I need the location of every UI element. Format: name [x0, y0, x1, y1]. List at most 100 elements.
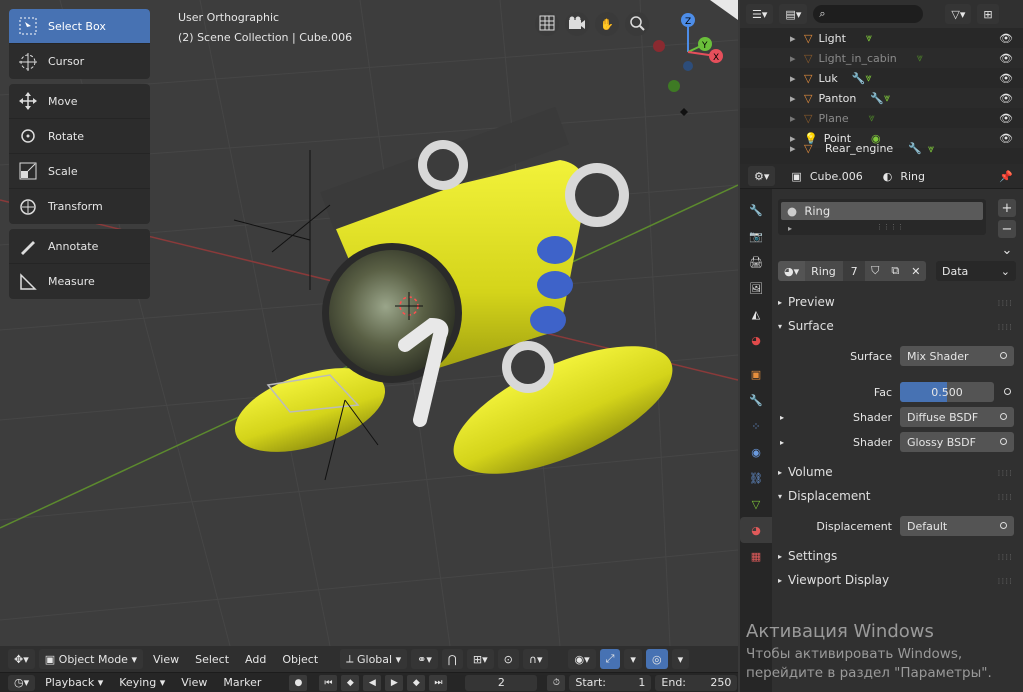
add-slot-button[interactable]: + — [998, 199, 1016, 217]
resize-grip-icon[interactable]: ⋮⋮⋮⋮ — [876, 223, 904, 231]
menu-select[interactable]: Select — [189, 649, 235, 669]
unlink-material-button[interactable]: ✕ — [905, 261, 927, 281]
camera-view-button[interactable] — [565, 12, 589, 36]
outliner-editor-button[interactable]: ☰ ▾ — [746, 4, 774, 24]
pin-icon[interactable]: 📌 — [999, 170, 1013, 183]
play-reverse-button[interactable]: ◀ — [363, 674, 382, 691]
surface-shader-field[interactable]: Mix Shader — [900, 346, 1014, 366]
menu-playback[interactable]: Playback ▾ — [39, 675, 109, 691]
panel-volume[interactable]: ▸ Volume — [778, 465, 833, 479]
preview-range-toggle[interactable]: ⏱ — [547, 674, 566, 691]
cursor-tool[interactable]: Cursor — [9, 44, 150, 79]
tab-output[interactable]: 🖨 — [740, 249, 772, 275]
pivot-dropdown[interactable]: ⚭ ▾ — [411, 649, 438, 669]
panel-surface[interactable]: ▾ Surface — [778, 319, 834, 333]
rotate-tool[interactable]: Rotate — [9, 119, 150, 154]
tab-object[interactable]: ▣ — [740, 361, 772, 387]
filter-dropdown[interactable]: ▽ ▾ — [945, 4, 972, 24]
jump-end-button[interactable]: ⏭ — [429, 674, 448, 691]
tab-texture[interactable]: ▦ — [740, 543, 772, 569]
current-frame-field[interactable]: 2 — [465, 674, 538, 691]
tab-constraints[interactable]: ⛓ — [740, 465, 772, 491]
measure-tool[interactable]: Measure — [9, 264, 150, 299]
outliner-item-plane[interactable]: ▸ ▽ Plane ⩔ 👁 — [740, 108, 1023, 128]
fac-slider[interactable]: 0.500 — [900, 382, 994, 402]
overlay-dropdown[interactable]: ▾ — [671, 649, 690, 669]
end-frame-field[interactable]: End: 250 — [655, 674, 738, 691]
material-name-field[interactable]: Ring — [805, 261, 844, 281]
falloff-dropdown[interactable]: ∩ ▾ — [522, 649, 549, 669]
expand-icon[interactable]: ▸ — [780, 438, 784, 447]
panel-grip[interactable]: ⁞⁞⁞⁞ — [998, 553, 1013, 563]
tab-scene[interactable]: ◭ — [740, 301, 772, 327]
material-slot-ring[interactable]: ● Ring — [781, 202, 983, 220]
expand-icon[interactable]: ▸ — [780, 413, 784, 422]
fake-user-button[interactable]: ⛉ — [865, 261, 886, 281]
slot-specials-button[interactable]: ⌄ — [998, 241, 1016, 259]
menu-view[interactable]: View — [147, 649, 185, 669]
browse-material-button[interactable]: ◕ ▾ — [778, 261, 806, 281]
3d-viewport[interactable]: Select Box Cursor Move Rotate Scale Tran… — [0, 0, 738, 646]
proportional-edit-toggle[interactable]: ⊙ — [497, 649, 519, 669]
tab-view-layer[interactable]: 🖼 — [740, 275, 772, 301]
tab-material[interactable]: ◕ — [740, 517, 772, 543]
menu-timeline-view[interactable]: View — [175, 675, 213, 691]
eye-icon[interactable]: 👁 — [999, 132, 1013, 145]
tab-tool[interactable]: 🔧 — [740, 197, 772, 223]
gizmo-dropdown[interactable]: ▾ — [624, 649, 642, 669]
menu-marker[interactable]: Marker — [217, 675, 267, 691]
properties-editor-button[interactable]: ⚙ ▾ — [748, 166, 776, 186]
outliner-item-luk[interactable]: ▸ ▽ Luk 🔧 ⩔ 👁 — [740, 68, 1023, 88]
move-tool[interactable]: Move — [9, 84, 150, 119]
scale-tool[interactable]: Scale — [9, 154, 150, 189]
select-box-tool[interactable]: Select Box — [9, 9, 150, 44]
navigation-gizmo[interactable]: Z Y X — [650, 8, 735, 116]
displacement-field[interactable]: Default — [900, 516, 1014, 536]
display-mode-dropdown[interactable]: ▤ ▾ — [779, 4, 808, 24]
snap-toggle[interactable]: ⋂ — [441, 649, 463, 669]
user-count[interactable]: 7 — [843, 261, 866, 281]
tab-world[interactable]: ◕ — [740, 327, 772, 353]
tab-modifiers[interactable]: 🔧 — [740, 387, 772, 413]
grid-toggle-button[interactable] — [535, 12, 559, 36]
outliner-item-light-in-cabin[interactable]: ▸ ▽ Light_in_cabin ⩔ 👁 — [740, 48, 1023, 68]
panel-grip[interactable]: ⁞⁞⁞⁞ — [998, 577, 1013, 587]
panel-grip[interactable]: ⁞⁞⁞⁞ — [998, 493, 1013, 503]
link-dropdown[interactable]: Data ⌄ — [936, 261, 1016, 281]
panel-grip[interactable]: ⁞⁞⁞⁞ — [998, 469, 1013, 479]
shader2-field[interactable]: Glossy BSDF — [900, 432, 1014, 452]
panel-settings[interactable]: ▸ Settings — [778, 549, 837, 563]
jump-start-button[interactable]: ⏮ — [319, 674, 338, 691]
tab-data[interactable]: ▽ — [740, 491, 772, 517]
remove-slot-button[interactable]: − — [998, 220, 1016, 238]
menu-object[interactable]: Object — [276, 649, 324, 669]
gizmo-toggle[interactable]: ⤢ — [599, 649, 621, 669]
shader1-field[interactable]: Diffuse BSDF — [900, 407, 1014, 427]
panel-displacement[interactable]: ▾ Displacement — [778, 489, 871, 503]
outliner-item-rear-engine[interactable]: ▸ ▽ Rear_engine 🔧 ⩔ — [740, 142, 1023, 155]
overlay-toggle[interactable]: ◎ — [645, 649, 668, 669]
timeline-editor-button[interactable]: ◷ ▾ — [8, 674, 36, 691]
panel-grip[interactable]: ⁞⁞⁞⁞ — [998, 323, 1013, 333]
duplicate-material-button[interactable]: ⧉ — [885, 261, 906, 281]
eye-icon[interactable]: 👁 — [999, 72, 1013, 85]
pan-view-button[interactable]: ✋ — [595, 12, 619, 36]
record-button[interactable]: ● — [289, 674, 308, 691]
snap-dropdown[interactable]: ⊞ ▾ — [466, 649, 494, 669]
new-collection-button[interactable]: ⊞ — [977, 4, 999, 24]
outliner-item-panton[interactable]: ▸ ▽ Panton 🔧 ⩔ 👁 — [740, 88, 1023, 108]
orientation-dropdown[interactable]: ⟂ Global ▾ — [340, 649, 408, 669]
material-slot-list[interactable]: ● Ring ▸ ⋮⋮⋮⋮ — [778, 199, 986, 235]
transform-tool[interactable]: Transform — [9, 189, 150, 224]
panel-viewport-display[interactable]: ▸ Viewport Display — [778, 573, 889, 587]
eye-icon[interactable]: 👁 — [999, 112, 1013, 125]
play-button[interactable]: ▶ — [385, 674, 404, 691]
next-keyframe-button[interactable]: ◆ — [407, 674, 426, 691]
eye-icon[interactable]: 👁 — [999, 92, 1013, 105]
socket-icon[interactable] — [1004, 388, 1011, 395]
outliner-item-light[interactable]: ▸ ▽ Light ⩔ 👁 — [740, 28, 1023, 48]
tab-render[interactable]: 📷 — [740, 223, 772, 249]
object-mode-dropdown[interactable]: ▣ Object Mode ▾ — [38, 649, 143, 669]
eye-icon[interactable]: 👁 — [999, 32, 1013, 45]
zoom-view-button[interactable] — [625, 12, 649, 36]
